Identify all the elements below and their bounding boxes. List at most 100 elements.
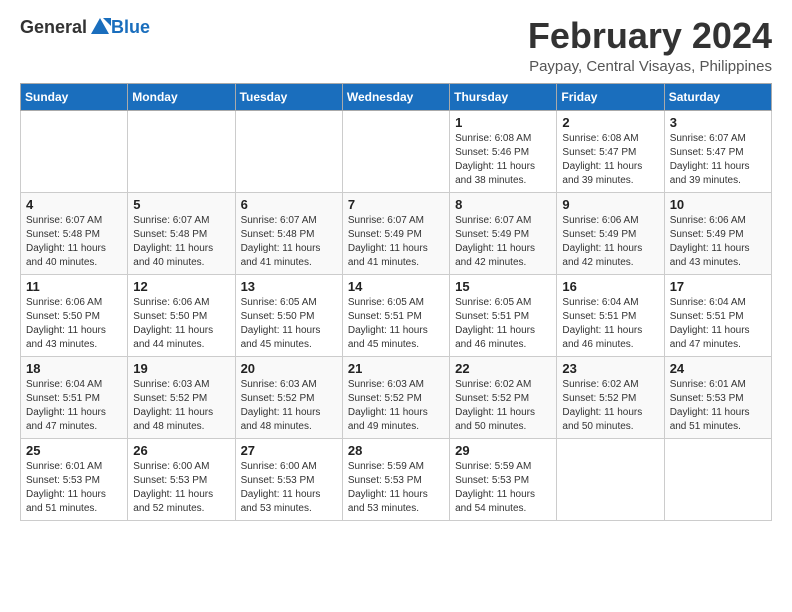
day-number: 17 — [670, 279, 766, 294]
calendar-cell: 5Sunrise: 6:07 AMSunset: 5:48 PMDaylight… — [128, 192, 235, 274]
calendar-cell: 14Sunrise: 6:05 AMSunset: 5:51 PMDayligh… — [342, 274, 449, 356]
day-number: 21 — [348, 361, 444, 376]
calendar-cell: 25Sunrise: 6:01 AMSunset: 5:53 PMDayligh… — [21, 438, 128, 520]
day-detail: Sunrise: 6:01 AMSunset: 5:53 PMDaylight:… — [670, 378, 766, 434]
day-number: 1 — [455, 115, 551, 130]
day-detail: Sunrise: 5:59 AMSunset: 5:53 PMDaylight:… — [455, 460, 551, 516]
calendar-cell: 16 Sunrise: 6:04 AMSunset: 5:51 PMDayligh… — [557, 274, 664, 356]
calendar-cell: 22 Sunrise: 6:02 AMSunset: 5:52 PMDayligh… — [450, 356, 557, 438]
day-number: 8 — [455, 197, 551, 212]
calendar-cell: 12 Sunrise: 6:06 AMSunset: 5:50 PMDayligh… — [128, 274, 235, 356]
day-detail: Sunrise: 6:02 AMSunset: 5:52 PMDaylight:… — [455, 378, 551, 434]
day-detail: Sunrise: 6:07 AMSunset: 5:49 PMDaylight:… — [455, 214, 551, 270]
day-number: 25 — [26, 443, 122, 458]
calendar-cell: 19 Sunrise: 6:03 AMSunset: 5:52 PMDayligh… — [128, 356, 235, 438]
day-number: 20 — [241, 361, 337, 376]
calendar-cell — [235, 110, 342, 192]
calendar-cell: 2Sunrise: 6:08 AMSunset: 5:47 PMDaylight… — [557, 110, 664, 192]
week-row-5: 25Sunrise: 6:01 AMSunset: 5:53 PMDayligh… — [21, 438, 772, 520]
week-row-1: 1 Sunrise: 6:08 AMSunset: 5:46 PMDaylight… — [21, 110, 772, 192]
day-detail: Sunrise: 6:03 AMSunset: 5:52 PMDaylight:… — [133, 378, 229, 434]
logo-icon — [89, 16, 111, 38]
day-detail: Sunrise: 6:07 AMSunset: 5:48 PMDaylight:… — [133, 214, 229, 270]
calendar-cell: 1 Sunrise: 6:08 AMSunset: 5:46 PMDaylight… — [450, 110, 557, 192]
day-detail: Sunrise: 6:04 AMSunset: 5:51 PMDaylight:… — [562, 296, 658, 352]
day-number: 19 — [133, 361, 229, 376]
calendar-cell: 3 Sunrise: 6:07 AMSunset: 5:47 PMDaylight… — [664, 110, 771, 192]
day-detail: Sunrise: 6:00 AMSunset: 5:53 PMDaylight:… — [241, 460, 337, 516]
day-number: 4 — [26, 197, 122, 212]
logo-blue: Blue — [111, 17, 150, 38]
week-row-4: 18 Sunrise: 6:04 AMSunset: 5:51 PMDayligh… — [21, 356, 772, 438]
day-number: 29 — [455, 443, 551, 458]
weekday-header-wednesday: Wednesday — [342, 83, 449, 110]
day-number: 10 — [670, 197, 766, 212]
calendar-cell: 26 Sunrise: 6:00 AMSunset: 5:53 PMDayligh… — [128, 438, 235, 520]
calendar-cell: 21 Sunrise: 6:03 AMSunset: 5:52 PMDayligh… — [342, 356, 449, 438]
calendar-cell: 29 Sunrise: 5:59 AMSunset: 5:53 PMDayligh… — [450, 438, 557, 520]
title-area: February 2024 Paypay, Central Visayas, P… — [528, 16, 772, 75]
calendar-cell: 13 Sunrise: 6:05 AMSunset: 5:50 PMDayligh… — [235, 274, 342, 356]
day-number: 13 — [241, 279, 337, 294]
day-detail: Sunrise: 6:08 AMSunset: 5:46 PMDaylight:… — [455, 132, 551, 188]
day-detail: Sunrise: 6:03 AMSunset: 5:52 PMDaylight:… — [348, 378, 444, 434]
day-detail: Sunrise: 6:02 AMSunset: 5:52 PMDaylight:… — [562, 378, 658, 434]
location-title: Paypay, Central Visayas, Philippines — [528, 58, 772, 75]
day-detail: Sunrise: 6:05 AMSunset: 5:51 PMDaylight:… — [348, 296, 444, 352]
day-detail: Sunrise: 6:06 AMSunset: 5:50 PMDaylight:… — [26, 296, 122, 352]
day-detail: Sunrise: 6:08 AMSunset: 5:47 PMDaylight:… — [562, 132, 658, 188]
day-detail: Sunrise: 6:04 AMSunset: 5:51 PMDaylight:… — [670, 296, 766, 352]
day-detail: Sunrise: 6:07 AMSunset: 5:48 PMDaylight:… — [241, 214, 337, 270]
day-number: 15 — [455, 279, 551, 294]
day-number: 7 — [348, 197, 444, 212]
calendar-cell: 24Sunrise: 6:01 AMSunset: 5:53 PMDayligh… — [664, 356, 771, 438]
day-detail: Sunrise: 5:59 AMSunset: 5:53 PMDaylight:… — [348, 460, 444, 516]
calendar-cell: 6 Sunrise: 6:07 AMSunset: 5:48 PMDaylight… — [235, 192, 342, 274]
day-detail: Sunrise: 6:06 AMSunset: 5:50 PMDaylight:… — [133, 296, 229, 352]
header-row: SundayMondayTuesdayWednesdayThursdayFrid… — [21, 83, 772, 110]
day-detail: Sunrise: 6:06 AMSunset: 5:49 PMDaylight:… — [670, 214, 766, 270]
day-number: 6 — [241, 197, 337, 212]
day-detail: Sunrise: 6:07 AMSunset: 5:48 PMDaylight:… — [26, 214, 122, 270]
calendar-cell: 15 Sunrise: 6:05 AMSunset: 5:51 PMDayligh… — [450, 274, 557, 356]
calendar-cell — [21, 110, 128, 192]
day-number: 18 — [26, 361, 122, 376]
day-number: 11 — [26, 279, 122, 294]
weekday-header-friday: Friday — [557, 83, 664, 110]
calendar-cell: 27 Sunrise: 6:00 AMSunset: 5:53 PMDayligh… — [235, 438, 342, 520]
calendar-cell: 23Sunrise: 6:02 AMSunset: 5:52 PMDayligh… — [557, 356, 664, 438]
calendar-cell: 7 Sunrise: 6:07 AMSunset: 5:49 PMDaylight… — [342, 192, 449, 274]
day-detail: Sunrise: 6:06 AMSunset: 5:49 PMDaylight:… — [562, 214, 658, 270]
day-number: 9 — [562, 197, 658, 212]
weekday-header-sunday: Sunday — [21, 83, 128, 110]
logo-general: General — [20, 17, 87, 38]
day-number: 12 — [133, 279, 229, 294]
day-number: 16 — [562, 279, 658, 294]
day-detail: Sunrise: 6:05 AMSunset: 5:50 PMDaylight:… — [241, 296, 337, 352]
calendar-cell: 11 Sunrise: 6:06 AMSunset: 5:50 PMDayligh… — [21, 274, 128, 356]
calendar-cell — [128, 110, 235, 192]
page-header: General Blue February 2024 Paypay, Centr… — [20, 16, 772, 75]
calendar-cell: 28Sunrise: 5:59 AMSunset: 5:53 PMDayligh… — [342, 438, 449, 520]
calendar-cell — [664, 438, 771, 520]
weekday-header-tuesday: Tuesday — [235, 83, 342, 110]
day-detail: Sunrise: 6:07 AMSunset: 5:47 PMDaylight:… — [670, 132, 766, 188]
weekday-header-saturday: Saturday — [664, 83, 771, 110]
day-detail: Sunrise: 6:00 AMSunset: 5:53 PMDaylight:… — [133, 460, 229, 516]
week-row-3: 11 Sunrise: 6:06 AMSunset: 5:50 PMDayligh… — [21, 274, 772, 356]
day-detail: Sunrise: 6:05 AMSunset: 5:51 PMDaylight:… — [455, 296, 551, 352]
day-number: 22 — [455, 361, 551, 376]
weekday-header-monday: Monday — [128, 83, 235, 110]
calendar-cell: 9 Sunrise: 6:06 AMSunset: 5:49 PMDaylight… — [557, 192, 664, 274]
day-number: 3 — [670, 115, 766, 130]
calendar-cell: 8 Sunrise: 6:07 AMSunset: 5:49 PMDaylight… — [450, 192, 557, 274]
calendar-cell: 4 Sunrise: 6:07 AMSunset: 5:48 PMDaylight… — [21, 192, 128, 274]
day-number: 27 — [241, 443, 337, 458]
day-detail: Sunrise: 6:07 AMSunset: 5:49 PMDaylight:… — [348, 214, 444, 270]
day-number: 26 — [133, 443, 229, 458]
calendar-cell: 20Sunrise: 6:03 AMSunset: 5:52 PMDayligh… — [235, 356, 342, 438]
calendar-cell: 17 Sunrise: 6:04 AMSunset: 5:51 PMDayligh… — [664, 274, 771, 356]
calendar-cell: 18 Sunrise: 6:04 AMSunset: 5:51 PMDayligh… — [21, 356, 128, 438]
calendar-table: SundayMondayTuesdayWednesdayThursdayFrid… — [20, 83, 772, 521]
day-detail: Sunrise: 6:04 AMSunset: 5:51 PMDaylight:… — [26, 378, 122, 434]
